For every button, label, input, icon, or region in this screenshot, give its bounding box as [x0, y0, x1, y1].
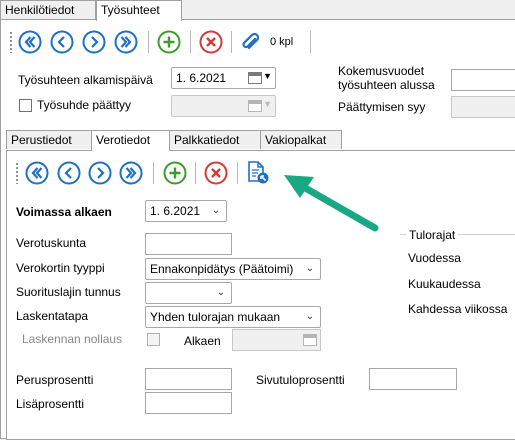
base-percent-input[interactable] — [145, 368, 232, 390]
toolbar-separator — [190, 31, 191, 53]
add-icon — [163, 161, 187, 185]
toolbar-separator — [153, 162, 154, 184]
toolbar-separator — [148, 31, 149, 53]
valid-from-value: 1. 6.2021 — [150, 204, 201, 218]
payment-type-select[interactable]: ⌄ — [145, 282, 232, 304]
end-reason-input[interactable] — [451, 96, 515, 118]
start-date-picker[interactable]: 1. 6.2021 ▼ — [171, 67, 276, 89]
end-reason-label: Päättymisen syy — [338, 100, 426, 114]
next-record-button[interactable] — [82, 30, 106, 54]
chevron-down-icon: ⌄ — [216, 287, 226, 298]
reset-label: Laskennan nollaus — [22, 332, 123, 346]
attachment-icon — [242, 32, 260, 50]
tab-vakiopalkat[interactable]: Vakiopalkat — [260, 130, 342, 149]
side-percent-input[interactable] — [369, 368, 457, 390]
income-limit-row: Vuodessa — [408, 251, 461, 265]
chevron-down-icon: ▼ — [263, 71, 272, 81]
delete-icon — [199, 30, 223, 54]
last-icon — [119, 161, 143, 185]
chevron-down-icon: ▼ — [263, 99, 272, 109]
chevron-down-icon: ⌄ — [305, 311, 315, 322]
tax-next-button[interactable] — [88, 161, 112, 185]
calendar-icon — [248, 100, 262, 112]
first-icon — [25, 161, 49, 185]
income-limit-row: Kuukaudessa — [408, 277, 481, 291]
calc-method-value: Yhden tulorajan mukaan — [150, 310, 281, 324]
calc-method-select[interactable]: Yhden tulorajan mukaan ⌄ — [145, 306, 321, 328]
delete-record-button[interactable] — [199, 30, 223, 54]
next-icon — [82, 30, 106, 54]
tab-tyosuhteet[interactable]: Työsuhteet — [96, 0, 182, 21]
experience-years-label-line2: työsuhteen alussa — [338, 78, 435, 92]
delete-icon — [204, 161, 228, 185]
extra-percent-input[interactable] — [145, 392, 232, 414]
base-percent-label: Perusprosentti — [16, 373, 94, 387]
previous-icon — [57, 161, 81, 185]
end-date-picker[interactable]: ▼ — [171, 95, 276, 117]
reset-from-label: Alkaen — [184, 334, 221, 348]
chevron-down-icon: ⌄ — [305, 263, 315, 274]
toolbar-grip — [9, 31, 13, 53]
card-type-select[interactable]: Ennakonpidätys (Päätoimi) ⌄ — [145, 258, 321, 280]
income-limit-row: Kahdessa viikossa — [408, 302, 508, 316]
calc-method-label: Laskentatapa — [16, 309, 89, 323]
employment-ends-label: Työsuhde päättyy — [37, 98, 132, 112]
next-icon — [88, 161, 112, 185]
tab-verotiedot[interactable]: Verotiedot — [91, 130, 170, 151]
attachments-button[interactable] — [238, 30, 262, 54]
toolbar-grip — [15, 162, 19, 184]
card-type-label: Verokortin tyyppi — [16, 261, 105, 275]
valid-from-picker[interactable]: 1. 6.2021 ⌄ — [145, 200, 227, 222]
income-limits-title: Tulorajat — [406, 228, 459, 242]
toolbar-separator — [231, 31, 232, 53]
attachment-count: 0 kpl — [270, 36, 294, 48]
previous-record-button[interactable] — [50, 30, 74, 54]
start-date-label: Työsuhteen alkamispäivä — [18, 73, 153, 87]
annotation-arrow — [284, 175, 379, 232]
valid-from-label: Voimassa alkaen — [16, 205, 112, 219]
tab-henkilotiedot[interactable]: Henkilötiedot — [0, 0, 96, 19]
reset-checkbox[interactable] — [147, 333, 160, 346]
calendar-icon — [303, 334, 317, 346]
last-record-button[interactable] — [114, 30, 138, 54]
side-percent-label: Sivutuloprosentti — [256, 373, 345, 387]
toolbar-separator — [195, 162, 196, 184]
chevron-down-icon: ⌄ — [211, 205, 221, 216]
toolbar-separator — [310, 31, 311, 53]
tax-last-button[interactable] — [119, 161, 143, 185]
fetch-tax-card-button[interactable] — [245, 160, 269, 184]
employment-ends-checkbox[interactable] — [19, 99, 32, 112]
card-type-value: Ennakonpidätys (Päätoimi) — [150, 262, 294, 276]
last-icon — [114, 30, 138, 54]
payment-type-label: Suorituslajin tunnus — [16, 285, 121, 299]
experience-years-input[interactable] — [451, 69, 515, 91]
first-record-button[interactable] — [18, 30, 42, 54]
add-icon — [157, 30, 181, 54]
tab-palkkatiedot[interactable]: Palkkatiedot — [169, 130, 261, 149]
municipality-input[interactable] — [145, 233, 232, 255]
tab-perustiedot[interactable]: Perustiedot — [6, 130, 92, 149]
start-date-value: 1. 6.2021 — [176, 71, 227, 85]
tax-add-button[interactable] — [163, 161, 187, 185]
toolbar-separator — [237, 162, 238, 184]
municipality-label: Verotuskunta — [16, 236, 87, 250]
reset-from-picker[interactable] — [232, 329, 321, 351]
experience-years-label: Kokemusvuodet — [338, 64, 425, 78]
calendar-icon — [248, 72, 262, 84]
tax-first-button[interactable] — [25, 161, 49, 185]
tax-previous-button[interactable] — [57, 161, 81, 185]
first-icon — [18, 30, 42, 54]
tax-delete-button[interactable] — [204, 161, 228, 185]
add-record-button[interactable] — [157, 30, 181, 54]
previous-icon — [50, 30, 74, 54]
extra-percent-label: Lisäprosentti — [16, 397, 85, 411]
document-arrow-icon — [248, 161, 269, 184]
